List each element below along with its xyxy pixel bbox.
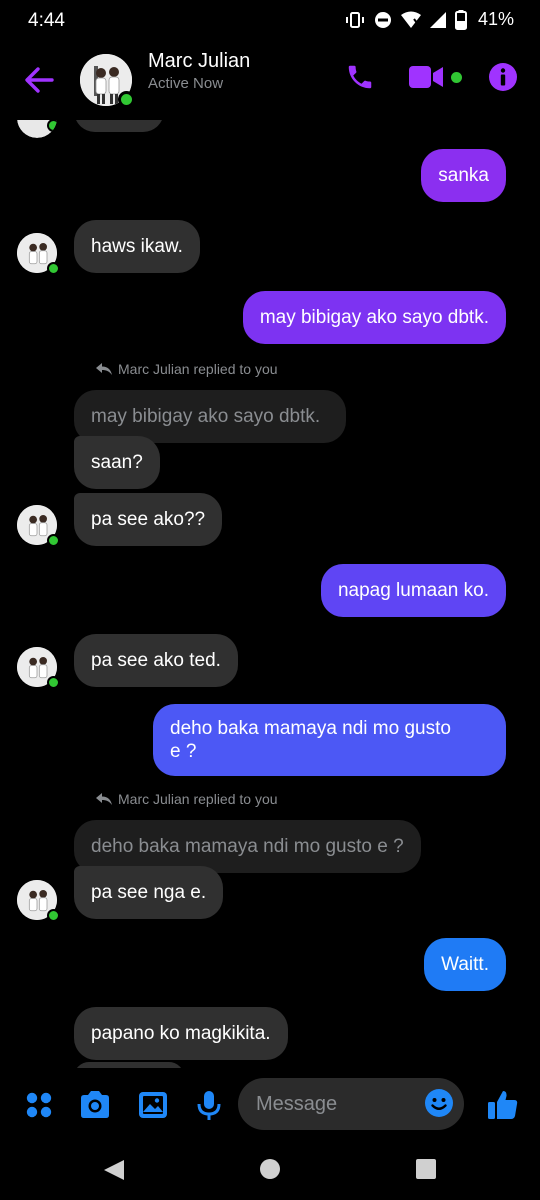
nav-home-icon[interactable] <box>259 1158 281 1180</box>
wifi-icon <box>400 11 421 28</box>
battery-percent: 41% <box>477 9 514 29</box>
reply-label-text: Marc Julian replied to you <box>118 361 278 377</box>
message-bubble-outgoing[interactable]: sanka <box>421 149 506 202</box>
message-bubble-outgoing[interactable]: Waitt. <box>424 938 506 991</box>
contact-name: Marc Julian <box>148 50 251 72</box>
message-text: sanka <box>438 165 489 186</box>
microphone-icon[interactable] <box>192 1088 226 1122</box>
online-indicator <box>47 676 60 689</box>
message-text: napag lumaan ko. <box>337 580 489 601</box>
battery-icon <box>454 9 467 30</box>
message-bubble-incoming[interactable]: pa see ako?? <box>74 493 223 546</box>
message-text: pa see ako ted. <box>91 650 221 671</box>
cut-off-avatar <box>17 120 57 138</box>
quoted-text: deho baka mamaya ndi mo gusto e ? <box>91 836 404 857</box>
do-not-disturb-icon <box>374 11 391 28</box>
online-indicator <box>118 91 135 108</box>
online-indicator <box>47 909 60 922</box>
message-bubble-incoming[interactable]: saan? <box>74 436 160 489</box>
reply-label-text: Marc Julian replied to you <box>118 791 278 807</box>
message-composer <box>0 1068 540 1142</box>
back-arrow-icon[interactable] <box>22 64 58 96</box>
phone-icon[interactable] <box>345 62 375 92</box>
reply-indicator: Marc Julian replied to you <box>96 361 278 377</box>
message-text: pa see ako?? <box>91 509 206 530</box>
message-text: Waitt. <box>441 954 489 975</box>
video-camera-icon[interactable] <box>409 64 445 90</box>
status-icons: 41% <box>345 9 514 30</box>
online-indicator <box>47 534 60 547</box>
sender-avatar[interactable] <box>17 880 60 922</box>
message-text: pa see nga e. <box>91 882 207 903</box>
header-actions <box>345 62 518 92</box>
contact-avatar[interactable] <box>80 54 135 108</box>
message-bubble-incoming[interactable]: pa see ako ted. <box>74 634 238 687</box>
conversation-header: Marc Julian Active Now <box>0 40 540 120</box>
sender-avatar[interactable] <box>17 233 60 275</box>
nav-recents-icon[interactable] <box>415 1158 437 1180</box>
reply-arrow-icon <box>96 363 112 375</box>
camera-icon[interactable] <box>78 1088 112 1122</box>
video-online-dot <box>451 71 462 83</box>
online-indicator <box>47 262 60 275</box>
message-text: saan? <box>91 452 143 473</box>
thumbs-up-icon[interactable] <box>486 1088 520 1122</box>
status-bar: 4:44 41% <box>0 0 540 40</box>
vibrate-icon <box>345 11 364 28</box>
contact-status: Active Now <box>148 75 224 92</box>
reply-arrow-icon <box>96 793 112 805</box>
message-text-line-1: deho baka mamaya ndi mo gusto <box>170 718 451 739</box>
message-text: may bibigay ako sayo dbtk. <box>259 307 489 328</box>
message-bubble-incoming[interactable]: pa see nga e. <box>74 866 224 919</box>
quoted-text: may bibigay ako sayo dbtk. <box>91 406 321 427</box>
status-time: 4:44 <box>28 10 65 31</box>
message-bubble-incoming[interactable]: papano ko magkikita. <box>74 1007 288 1060</box>
gallery-icon[interactable] <box>136 1088 170 1122</box>
reply-indicator: Marc Julian replied to you <box>96 791 278 807</box>
emoji-icon[interactable] <box>424 1088 454 1118</box>
message-text: haws ikaw. <box>91 236 183 257</box>
message-list[interactable]: sanka haws ikaw. may bibigay ako sayo db… <box>0 120 540 1068</box>
message-bubble-incoming[interactable]: haws ikaw. <box>74 220 200 273</box>
sender-avatar[interactable] <box>17 647 60 689</box>
system-navigation-bar <box>0 1142 540 1200</box>
message-bubble-outgoing[interactable]: deho baka mamaya ndi mo gusto e ? <box>153 704 506 776</box>
message-text: papano ko magkikita. <box>91 1023 271 1044</box>
cut-off-bubble <box>74 120 164 132</box>
message-bubble-outgoing[interactable]: napag lumaan ko. <box>320 564 506 617</box>
message-text-line-2: e ? <box>170 741 197 762</box>
info-icon[interactable] <box>488 62 518 92</box>
nav-back-icon[interactable] <box>102 1158 126 1182</box>
signal-icon <box>429 11 446 28</box>
message-bubble-outgoing[interactable]: may bibigay ako sayo dbtk. <box>242 291 506 344</box>
apps-grid-icon[interactable] <box>22 1088 56 1122</box>
sender-avatar[interactable] <box>17 505 60 547</box>
